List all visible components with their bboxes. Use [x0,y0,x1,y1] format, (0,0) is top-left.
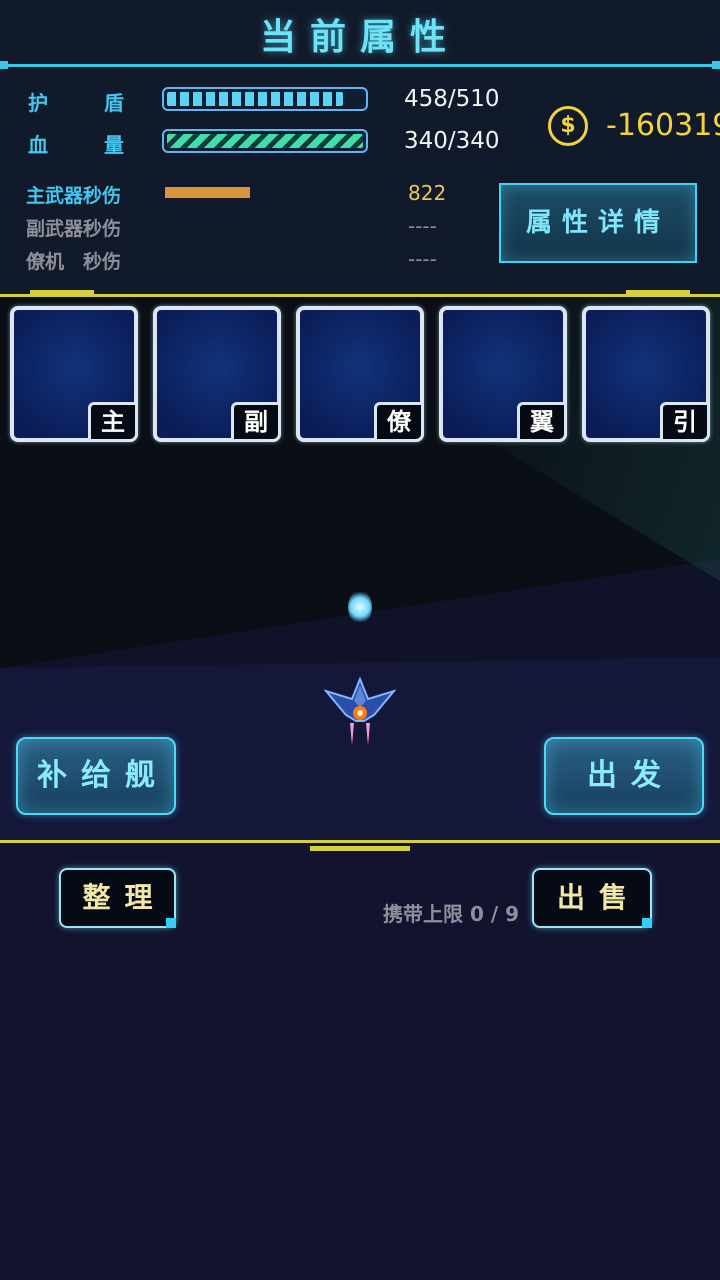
gold-amount: -160319 [606,108,720,143]
hp-bar [162,129,368,153]
slot-engine[interactable]: 引 [582,306,710,442]
shield-label-a: 护 [28,91,48,115]
main-weapon-dps-label: 主武器秒伤 [26,185,122,207]
status-panel: 当前属性 护 盾 458/510 血 量 340/340 $ -160319 主… [0,0,720,300]
carry-capacity: 携带上限 0 / 9 [383,902,520,926]
shield-bar [162,87,368,111]
slot-main-weapon[interactable]: 主 [10,306,138,442]
page-title: 当前属性 [259,17,460,58]
sort-button[interactable]: 整理 [59,868,176,928]
attribute-detail-button[interactable]: 属性详情 [499,183,697,263]
supply-ship-button[interactable]: 补给舰 [16,737,176,815]
shield-label-b: 盾 [104,91,124,115]
depart-button[interactable]: 出发 [544,737,704,815]
slot-drone[interactable]: 僚 [296,306,424,442]
slot-wing[interactable]: 翼 [439,306,567,442]
slot-tag-main: 主 [88,402,138,442]
drone-dps-label: 僚机 秒伤 [26,251,122,273]
hp-label-a: 血 [28,133,48,157]
slot-tag-sub: 副 [231,402,281,442]
fighter-ship-icon [324,677,396,745]
slot-sub-weapon[interactable]: 副 [153,306,281,442]
sell-button[interactable]: 出售 [532,868,652,928]
slot-tag-engine: 引 [660,402,710,442]
shield-bar-fill [167,92,343,106]
hp-bar-fill [167,134,363,148]
slot-tag-drone: 僚 [374,402,424,442]
sub-weapon-dps-label: 副武器秒伤 [26,218,122,240]
hp-label-b: 量 [104,133,124,157]
bottom-divider [0,840,720,851]
drone-dps-value: ---- [408,247,437,271]
title-divider [0,61,720,69]
main-weapon-dps-value: 822 [408,181,447,205]
hp-value: 340/340 [404,128,500,154]
main-weapon-dps-bar [165,187,250,198]
shield-value: 458/510 [404,86,500,112]
plasma-bullet-icon [348,590,372,624]
coin-icon: $ [548,106,588,146]
slot-tag-wing: 翼 [517,402,567,442]
sub-weapon-dps-value: ---- [408,214,437,238]
